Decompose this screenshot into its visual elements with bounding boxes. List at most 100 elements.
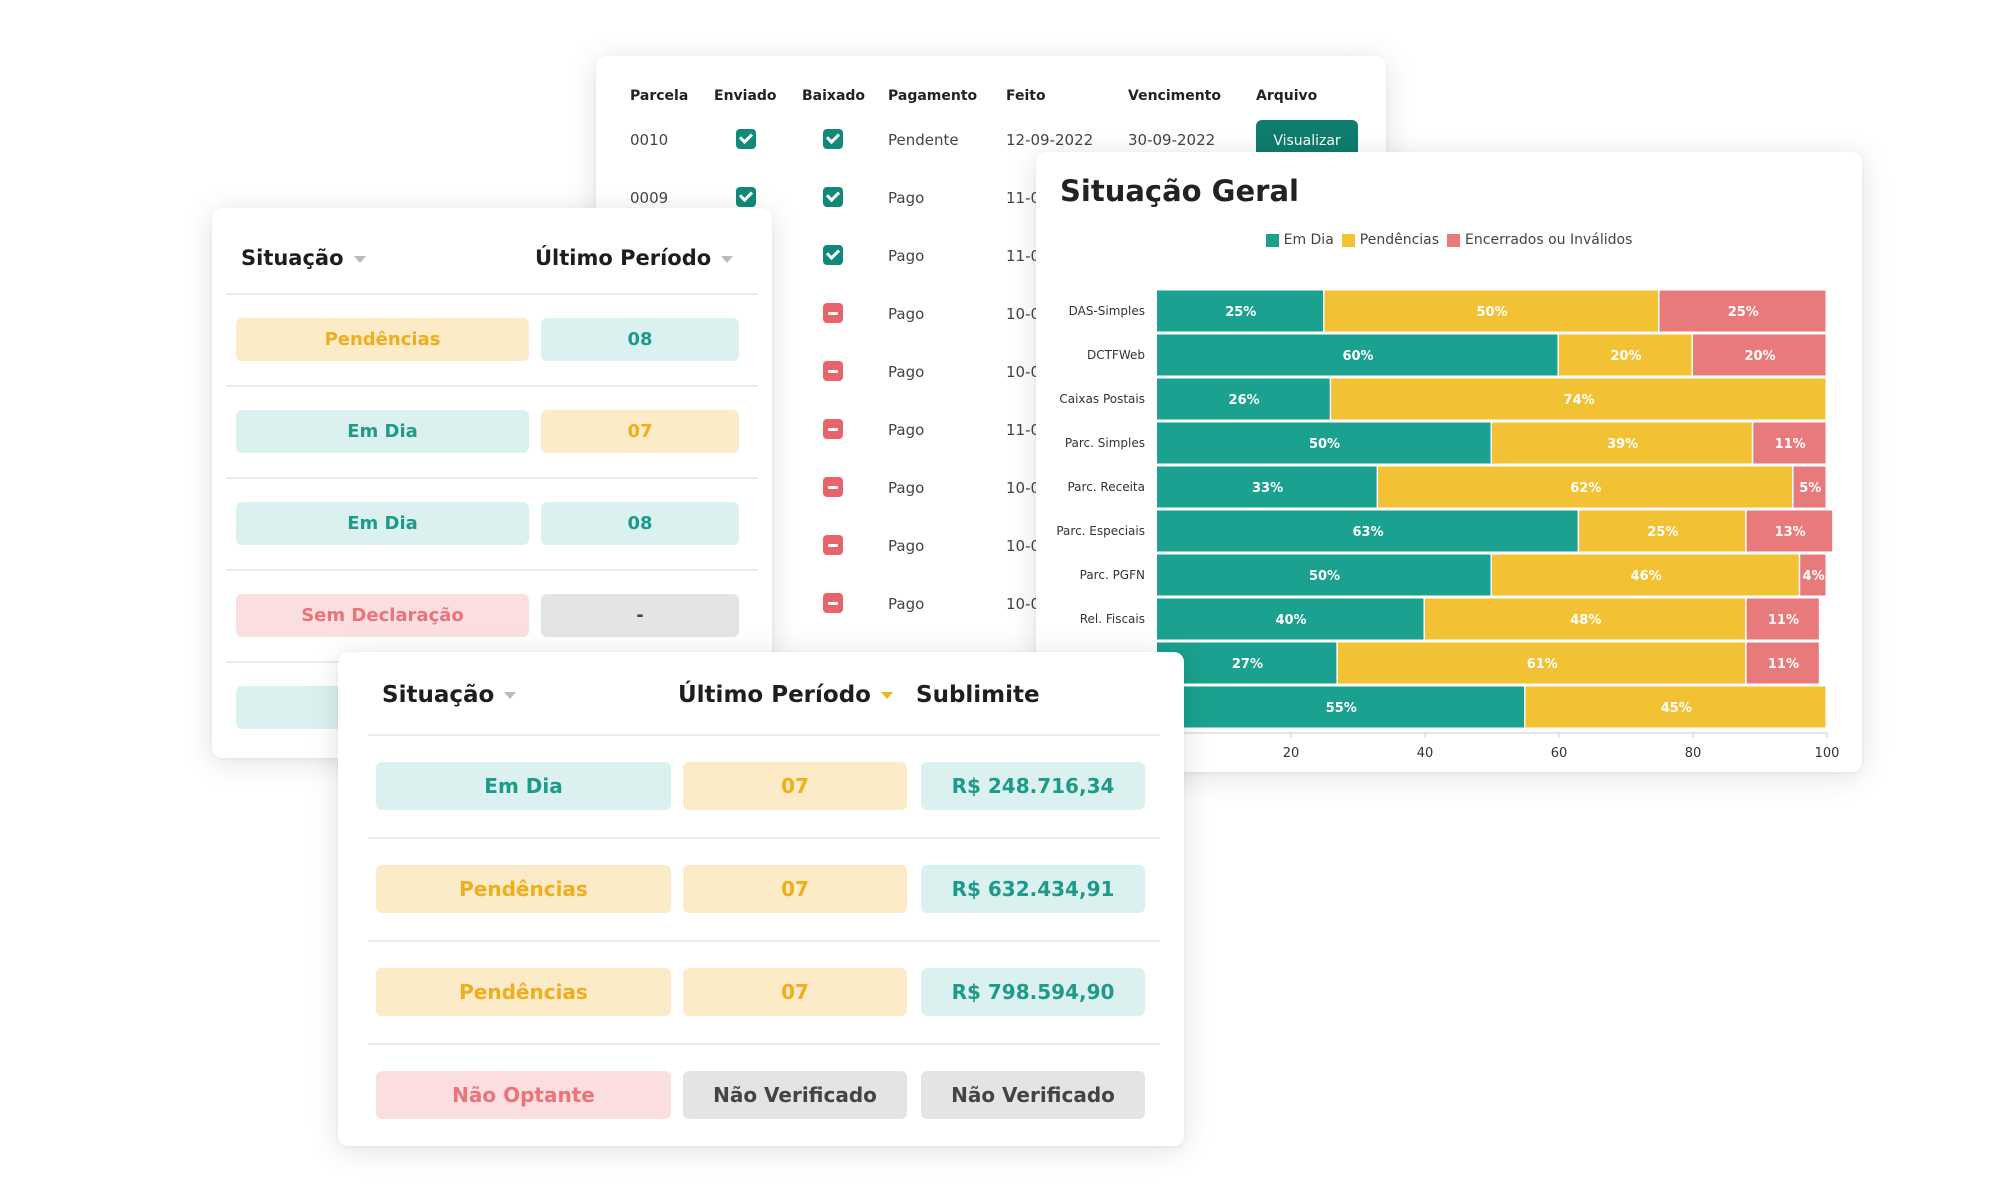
- periodo-header-label: Último Período: [678, 682, 871, 708]
- legend-item[interactable]: Encerrados ou Inválidos: [1447, 232, 1632, 248]
- category-label: DAS-Simples: [1069, 304, 1145, 318]
- legend-item[interactable]: Pendências: [1341, 232, 1439, 248]
- periodo-badge[interactable]: 07: [683, 762, 907, 810]
- payment-status: Pago: [888, 189, 925, 207]
- sent-checkbox[interactable]: [736, 187, 756, 207]
- row-divider: [368, 734, 1160, 736]
- bar-value-label: 26%: [1229, 393, 1260, 408]
- legend-item[interactable]: Em Dia: [1265, 232, 1334, 248]
- payment-status: Pago: [888, 247, 925, 265]
- situacao-badge[interactable]: Em Dia: [236, 502, 529, 545]
- done-date: 10-0: [1006, 363, 1041, 381]
- row-divider: [226, 385, 758, 387]
- row-divider: [368, 940, 1160, 942]
- bar-value-label: 25%: [1225, 305, 1256, 320]
- category-label: Caixas Postais: [1059, 392, 1145, 406]
- category-label: Parc. PGFN: [1080, 568, 1145, 582]
- bar-value-label: 60%: [1342, 349, 1373, 364]
- parcela-number: 0009: [630, 189, 669, 207]
- periodo-badge[interactable]: 08: [541, 502, 739, 545]
- downloaded-minus-icon[interactable]: [823, 535, 843, 555]
- row-divider: [226, 569, 758, 571]
- downloaded-minus-icon[interactable]: [823, 593, 843, 613]
- row-divider: [226, 477, 758, 479]
- downloaded-minus-icon[interactable]: [823, 419, 843, 439]
- periodo-badge[interactable]: -: [541, 594, 739, 637]
- done-date: 10-0: [1006, 479, 1041, 497]
- done-date: 11-0: [1006, 247, 1041, 265]
- periodo-header[interactable]: Último Período: [678, 682, 893, 708]
- situacao-header[interactable]: Situação: [382, 682, 517, 708]
- bar-value-label: 55%: [1326, 701, 1357, 716]
- sublimite-badge[interactable]: R$ 248.716,34: [921, 762, 1145, 810]
- payment-status: Pago: [888, 479, 925, 497]
- downloaded-minus-icon[interactable]: [823, 477, 843, 497]
- x-tick-label: 100: [1815, 746, 1840, 761]
- sublimite-header[interactable]: Sublimite: [916, 682, 1040, 708]
- bar-value-label: 50%: [1309, 437, 1340, 452]
- payment-status: Pago: [888, 421, 925, 439]
- due-date: 30-09-2022: [1128, 131, 1216, 149]
- situacao-header-label: Situação: [382, 682, 495, 708]
- sublimite-badge[interactable]: R$ 798.594,90: [921, 968, 1145, 1016]
- category-label: Parc. Receita: [1067, 480, 1145, 494]
- column-header: Enviado: [714, 88, 777, 104]
- situacao-badge[interactable]: Pendências: [376, 865, 671, 913]
- done-date: 11-0: [1006, 421, 1041, 439]
- bar-value-label: 4%: [1803, 569, 1825, 584]
- sublimite-badge[interactable]: Não Verificado: [921, 1071, 1145, 1119]
- column-header: Feito: [1006, 88, 1046, 104]
- done-date: 10-0: [1006, 305, 1041, 323]
- x-tick-label: 40: [1417, 746, 1434, 761]
- downloaded-checkbox[interactable]: [823, 187, 843, 207]
- situacao-badge[interactable]: Não Optante: [376, 1071, 671, 1119]
- bar-value-label: 61%: [1527, 657, 1558, 672]
- sent-checkbox[interactable]: [736, 129, 756, 149]
- periodo-badge[interactable]: Não Verificado: [683, 1071, 907, 1119]
- downloaded-minus-icon[interactable]: [823, 303, 843, 323]
- situacao-badge[interactable]: Pendências: [376, 968, 671, 1016]
- bar-value-label: 5%: [1799, 481, 1821, 496]
- situacao-badge[interactable]: Pendências: [236, 318, 529, 361]
- sublimite-badge[interactable]: R$ 632.434,91: [921, 865, 1145, 913]
- legend-swatch: [1265, 233, 1279, 247]
- payment-status: Pago: [888, 363, 925, 381]
- bar-value-label: 20%: [1744, 349, 1775, 364]
- category-label: DCTFWeb: [1087, 348, 1145, 362]
- bar-value-label: 74%: [1564, 393, 1595, 408]
- periodo-badge[interactable]: 07: [541, 410, 739, 453]
- downloaded-checkbox[interactable]: [823, 245, 843, 265]
- done-date: 12-09-2022: [1006, 131, 1094, 149]
- situacao-badge[interactable]: Em Dia: [376, 762, 671, 810]
- legend-label: Em Dia: [1283, 232, 1334, 248]
- bar-value-label: 13%: [1775, 525, 1806, 540]
- bar-value-label: 46%: [1631, 569, 1662, 584]
- periodo-badge[interactable]: 07: [683, 968, 907, 1016]
- payment-status: Pago: [888, 537, 925, 555]
- bar-value-label: 20%: [1610, 349, 1641, 364]
- category-label: Rel. Fiscais: [1080, 612, 1145, 626]
- downloaded-minus-icon[interactable]: [823, 361, 843, 381]
- periodo-badge[interactable]: 07: [683, 865, 907, 913]
- situacao-badge[interactable]: Em Dia: [236, 410, 529, 453]
- bar-value-label: 11%: [1768, 657, 1799, 672]
- periodo-badge[interactable]: 08: [541, 318, 739, 361]
- row-divider: [368, 837, 1160, 839]
- row-divider: [368, 1043, 1160, 1045]
- bar-value-label: 50%: [1476, 305, 1507, 320]
- payment-status: Pendente: [888, 131, 959, 149]
- periodo-header[interactable]: Último Período: [535, 246, 734, 270]
- legend-swatch: [1447, 233, 1461, 247]
- bar-value-label: 48%: [1570, 613, 1601, 628]
- situacao-badge[interactable]: Sem Declaração: [236, 594, 529, 637]
- done-date: 10-0: [1006, 537, 1041, 555]
- situacao-header[interactable]: Situação: [241, 246, 366, 270]
- x-tick-label: 80: [1685, 746, 1702, 761]
- bar-value-label: 50%: [1309, 569, 1340, 584]
- downloaded-checkbox[interactable]: [823, 129, 843, 149]
- column-header: Baixado: [802, 88, 866, 104]
- bar-value-label: 45%: [1661, 701, 1692, 716]
- column-header: Arquivo: [1256, 88, 1318, 104]
- chart-legend: Em Dia Pendências Encerrados ou Inválidos: [1036, 232, 1862, 251]
- done-date: 11-0: [1006, 189, 1041, 207]
